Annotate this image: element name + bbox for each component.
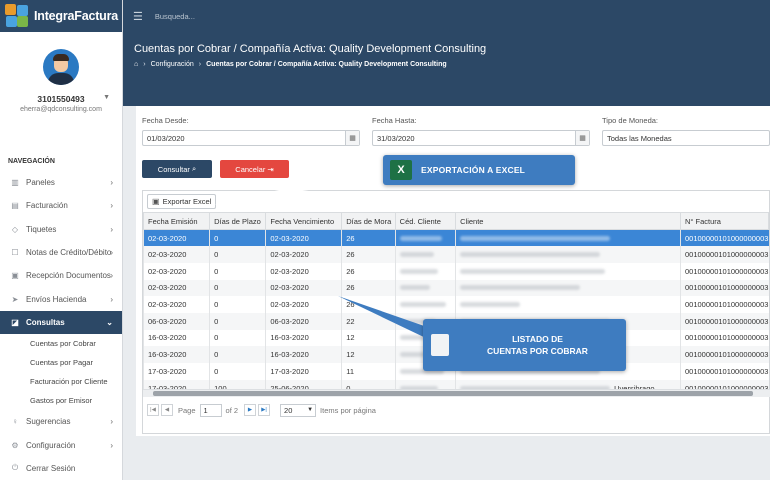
- callout-pointers: [212, 166, 430, 340]
- export-callout-pointer: [212, 166, 386, 205]
- spreadsheet-icon: [431, 334, 449, 356]
- callout-line-2: CUENTAS POR COBRAR: [487, 346, 588, 356]
- export-callout-text: EXPORTACIÓN A EXCEL: [421, 165, 526, 175]
- export-excel-callout: X EXPORTACIÓN A EXCEL: [383, 155, 575, 185]
- list-callout-pointer: [338, 296, 430, 340]
- listado-callout: LISTADO DE CUENTAS POR COBRAR: [423, 319, 626, 371]
- listado-callout-text: LISTADO DE CUENTAS POR COBRAR: [449, 333, 626, 357]
- excel-icon: X: [390, 160, 412, 180]
- callout-line-1: LISTADO DE: [512, 334, 563, 344]
